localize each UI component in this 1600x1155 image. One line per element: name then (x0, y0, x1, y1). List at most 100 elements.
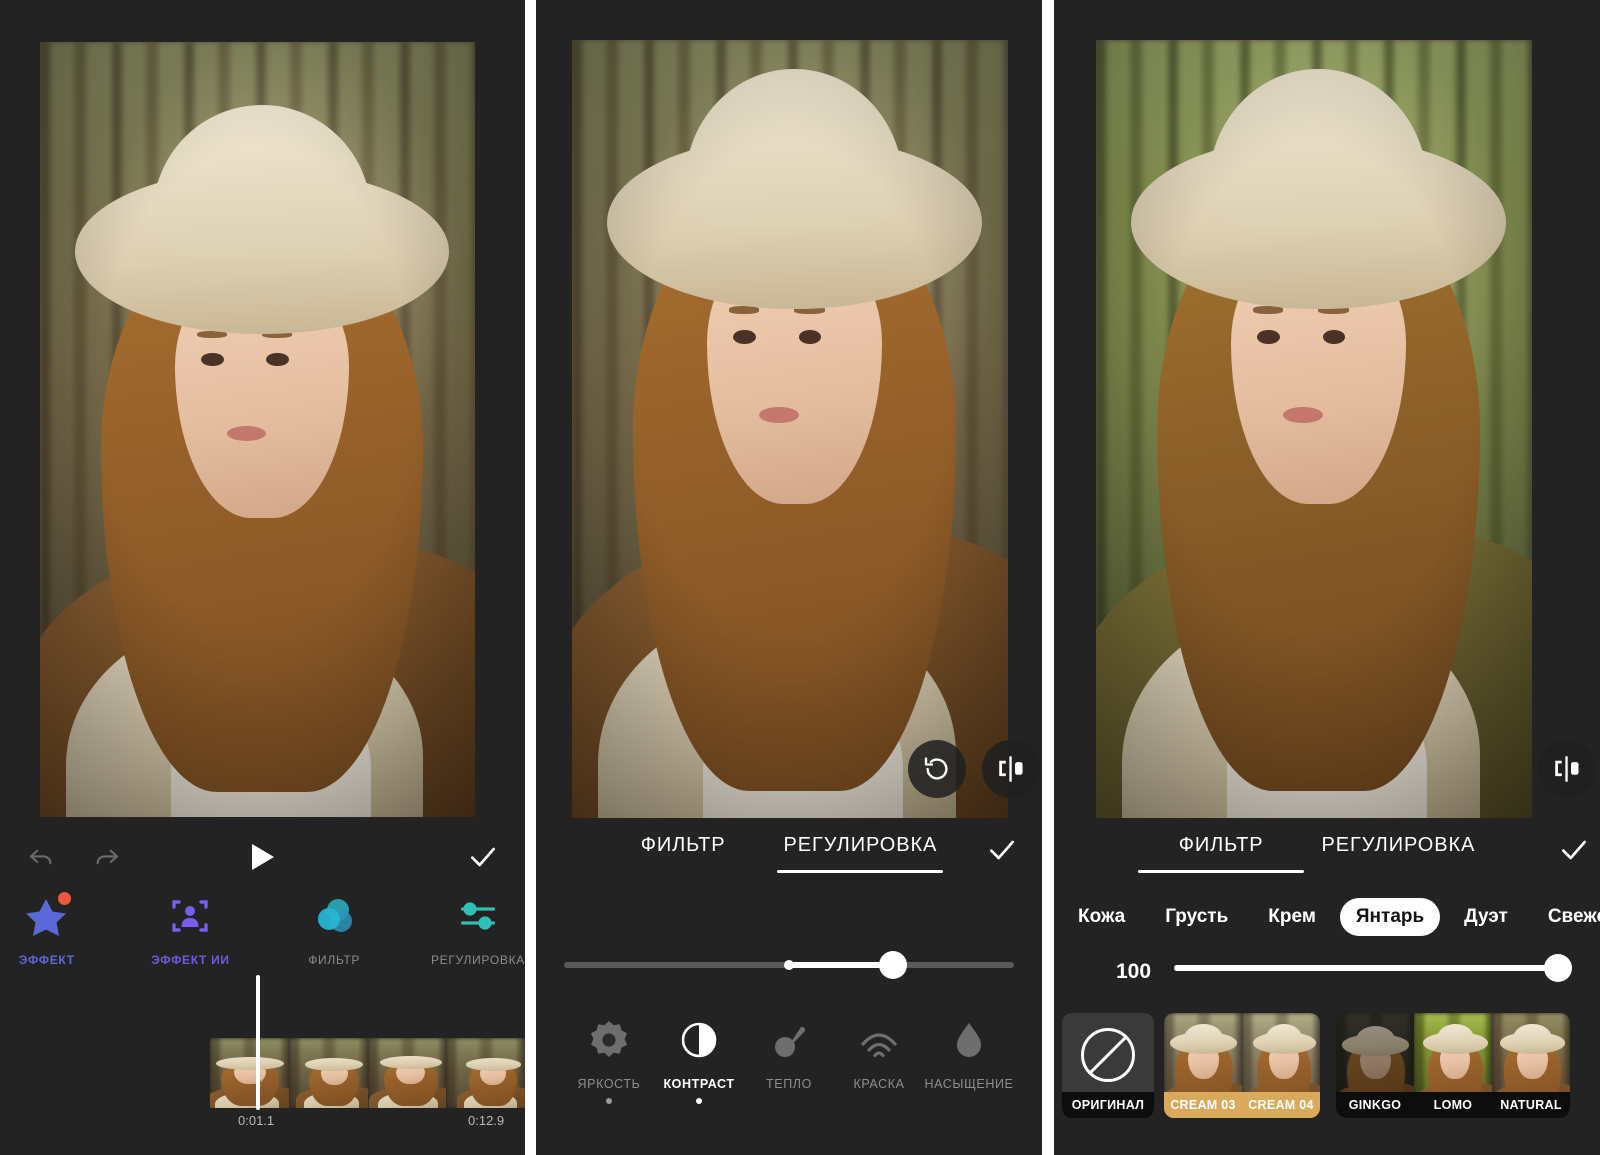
three-panel-screenshot: ЭФФЕКТ ЭФФЕКТ ИИ ФИЛЬТР РЕГУЛИРОВКА 0:01… (0, 0, 1600, 1155)
adjust-saturation[interactable]: НАСЫЩЕНИЕ (924, 1018, 1014, 1104)
video-preview[interactable] (40, 42, 475, 817)
timeline-playhead[interactable] (256, 975, 260, 1110)
video-preview[interactable] (572, 40, 1008, 818)
compare-button[interactable] (982, 740, 1040, 798)
filter-group-original: ОРИГИНАЛ (1062, 1013, 1154, 1118)
filter-natural[interactable]: NATURAL (1492, 1013, 1570, 1118)
panel-video-editor: ЭФФЕКТ ЭФФЕКТ ИИ ФИЛЬТР РЕГУЛИРОВКА 0:01… (0, 0, 525, 1155)
brightness-sun-icon (587, 1018, 631, 1062)
filter-lomo[interactable]: LOMO (1414, 1013, 1492, 1118)
filter-cream-04[interactable]: CREAM 04 (1242, 1013, 1320, 1118)
intensity-slider[interactable] (1174, 954, 1572, 982)
adjustments-toolbar: ЯРКОСТЬ КОНТРАСТ ТЕПЛО КРАСКА НАСЫЩЕНИЕ (564, 1018, 1014, 1104)
filter-thumbnail-strip[interactable]: ОРИГИНАЛ CREAM 03 CREAM 04 GINKGO LOMO N… (1062, 1013, 1570, 1118)
chip-yantar[interactable]: Янтарь (1339, 898, 1441, 936)
adjustment-slider[interactable] (564, 951, 1014, 979)
adjust-warmth-label: ТЕПЛО (766, 1077, 812, 1091)
overlapping-circles-icon (311, 893, 357, 939)
before-after-compare-icon (996, 754, 1026, 784)
filter-cream-03[interactable]: CREAM 03 (1164, 1013, 1242, 1118)
sliders-icon (455, 893, 501, 939)
filter-group-cream: CREAM 03 CREAM 04 (1164, 1013, 1320, 1118)
vignette (1096, 40, 1532, 818)
tool-filter[interactable]: ФИЛЬТР (287, 893, 381, 967)
vignette (40, 42, 475, 817)
adjust-tint[interactable]: КРАСКА (834, 1018, 924, 1104)
tool-filter-label: ФИЛЬТР (308, 953, 361, 967)
vignette (572, 40, 1008, 818)
contrast-half-circle-icon (677, 1018, 721, 1062)
timeline-total-time: 0:12.9 (468, 1113, 505, 1128)
compare-button[interactable] (1538, 740, 1596, 798)
reset-button[interactable] (908, 740, 966, 798)
confirm-check-icon[interactable] (986, 834, 1018, 866)
filter-label: ОРИГИНАЛ (1062, 1092, 1154, 1118)
filter-label: CREAM 04 (1242, 1092, 1320, 1118)
star-icon (24, 892, 71, 939)
effects-toolbar: ЭФФЕКТ ЭФФЕКТ ИИ ФИЛЬТР РЕГУЛИРОВКА (0, 892, 525, 967)
slider-fill (789, 962, 893, 968)
filter-label: LOMO (1414, 1092, 1492, 1118)
slider-thumb[interactable] (1544, 954, 1572, 982)
filter-original[interactable]: ОРИГИНАЛ (1062, 1013, 1154, 1118)
panel-divider (525, 0, 536, 1155)
panel-adjustment: ФИЛЬТР РЕГУЛИРОВКА ЯРКОСТЬ КОНТРАСТ ТЕПЛ… (536, 0, 1042, 1155)
adjust-saturation-label: НАСЫЩЕНИЕ (924, 1077, 1014, 1091)
tab-adjustment[interactable]: РЕГУЛИРОВКА (777, 834, 944, 873)
value-indicator-dot (696, 1098, 702, 1104)
slider-thumb[interactable] (878, 951, 907, 979)
play-triangle-icon[interactable] (250, 842, 276, 872)
tool-adjust[interactable]: РЕГУЛИРОВКА (431, 893, 525, 967)
chip-kozha[interactable]: Кожа (1062, 898, 1141, 936)
undo-arrow-icon[interactable] (26, 842, 56, 872)
tool-ai-effect[interactable]: ЭФФЕКТ ИИ (144, 893, 238, 967)
adjust-contrast-label: КОНТРАСТ (663, 1077, 735, 1091)
filter-group-other: GINKGO LOMO NATURAL (1336, 1013, 1570, 1118)
filter-category-row[interactable]: Кожа Грусть Крем Янтарь Дуэт Свежесть Ф (1062, 898, 1600, 936)
tint-waves-icon (857, 1018, 901, 1062)
reset-circular-arrow-icon (922, 754, 952, 784)
timeline-frame[interactable] (288, 1038, 368, 1108)
ai-person-frame-icon (167, 893, 213, 939)
confirm-check-icon[interactable] (467, 841, 499, 873)
intensity-value: 100 (1116, 960, 1152, 983)
no-filter-icon (1081, 1028, 1135, 1082)
chip-svezhest[interactable]: Свежесть (1532, 898, 1600, 936)
chip-krem[interactable]: Крем (1252, 898, 1332, 936)
new-badge-dot (57, 892, 71, 905)
chip-grust[interactable]: Грусть (1149, 898, 1244, 936)
editor-toolbar (0, 832, 525, 882)
adjust-contrast[interactable]: КОНТРАСТ (654, 1018, 744, 1104)
saturation-droplet-icon (947, 1018, 991, 1062)
filter-label: GINKGO (1336, 1092, 1414, 1118)
filter-label: CREAM 03 (1164, 1092, 1242, 1118)
tab-filter-label: ФИЛЬТР (1178, 834, 1264, 856)
tab-filter-label: ФИЛЬТР (640, 834, 726, 856)
value-indicator-dot (606, 1098, 612, 1104)
panel-divider (1042, 0, 1054, 1155)
tab-filter[interactable]: ФИЛЬТР (641, 834, 726, 873)
tab-filter[interactable]: ФИЛЬТР (1138, 834, 1305, 873)
tab-adjustment[interactable]: РЕГУЛИРОВКА (1322, 834, 1476, 873)
tool-ai-effect-label: ЭФФЕКТ ИИ (151, 953, 230, 967)
tool-effect[interactable]: ЭФФЕКТ (0, 892, 94, 967)
filter-label: NATURAL (1492, 1092, 1570, 1118)
filter-ginkgo[interactable]: GINKGO (1336, 1013, 1414, 1118)
tab-adjustment-label: РЕГУЛИРОВКА (1321, 834, 1476, 856)
confirm-check-icon[interactable] (1558, 834, 1590, 866)
redo-arrow-icon[interactable] (92, 842, 122, 872)
timeline-frame[interactable] (210, 1038, 289, 1108)
timeline-current-time: 0:01.1 (238, 1113, 275, 1128)
slider-center-marker (784, 960, 794, 970)
slider-fill (1174, 965, 1568, 971)
adjust-warmth[interactable]: ТЕПЛО (744, 1018, 834, 1104)
timeline-frame[interactable] (446, 1038, 525, 1108)
timeline-frame[interactable] (367, 1038, 447, 1108)
active-tab-underline (777, 870, 944, 873)
tab-adjustment-label: РЕГУЛИРОВКА (783, 834, 938, 856)
panel-filter: ФИЛЬТР РЕГУЛИРОВКА Кожа Грусть Крем Янта… (1054, 0, 1600, 1155)
chip-duet[interactable]: Дуэт (1448, 898, 1524, 936)
video-preview[interactable] (1096, 40, 1532, 818)
adjust-brightness[interactable]: ЯРКОСТЬ (564, 1018, 654, 1104)
tool-adjust-label: РЕГУЛИРОВКА (430, 953, 525, 967)
